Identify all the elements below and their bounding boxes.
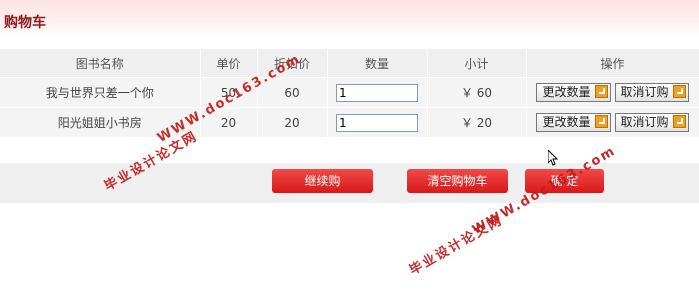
quantity-input[interactable] <box>336 113 418 132</box>
col-header-subtotal: 小计 <box>427 49 527 78</box>
mouse-cursor-icon <box>548 150 558 166</box>
table-row: 我与世界只差一个你 50 60 ￥ 60 更改数量取消订购 <box>0 77 699 108</box>
watermark-text: 毕业设计论文网 <box>407 212 506 279</box>
arrow-icon <box>672 115 686 128</box>
col-header-qty: 数量 <box>327 49 428 78</box>
arrow-icon <box>672 85 686 98</box>
cancel-order-label: 取消订购 <box>620 115 669 129</box>
col-header-price: 单价 <box>200 49 258 78</box>
update-quantity-button[interactable]: 更改数量 <box>536 113 611 132</box>
qty-cell <box>327 77 428 108</box>
book-discount-price: 20 <box>257 107 328 138</box>
page-header: 购物车 <box>0 0 699 38</box>
cancel-order-label: 取消订购 <box>620 85 669 99</box>
cancel-order-button[interactable]: 取消订购 <box>614 83 689 102</box>
table-row: 阳光姐姐小书房 20 20 ￥ 20 更改数量取消订购 <box>0 107 699 138</box>
book-subtotal: ￥ 60 <box>427 77 527 108</box>
quantity-input[interactable] <box>336 83 418 102</box>
actions-cell: 更改数量 取消订购 <box>526 77 699 108</box>
update-quantity-label: 更改数量 <box>542 115 591 129</box>
cancel-order-button[interactable]: 取消订购 <box>614 113 689 132</box>
update-quantity-label: 更改数量 <box>542 85 591 99</box>
col-header-name: 图书名称 <box>0 49 201 78</box>
book-subtotal: ￥ 20 <box>427 107 527 138</box>
qty-cell <box>327 107 428 138</box>
arrow-icon <box>594 85 608 98</box>
page-title: 购物车 <box>4 15 46 31</box>
table-header-row: 图书名称 单价 折扣价 数量 小计 操作 <box>0 49 699 78</box>
cart-table: 图书名称 单价 折扣价 数量 小计 操作 我与世界只差一个你 50 60 ￥ 6… <box>0 49 699 138</box>
actions-cell: 更改数量 取消订购 <box>526 107 699 138</box>
clear-cart-button[interactable]: 清空购物车 <box>407 169 508 193</box>
book-name: 我与世界只差一个你 <box>0 77 201 108</box>
update-quantity-button[interactable]: 更改数量 <box>536 83 611 102</box>
arrow-icon <box>594 115 608 128</box>
col-header-actions: 操作 <box>526 49 699 78</box>
continue-shopping-button[interactable]: 继续购 <box>272 169 373 193</box>
